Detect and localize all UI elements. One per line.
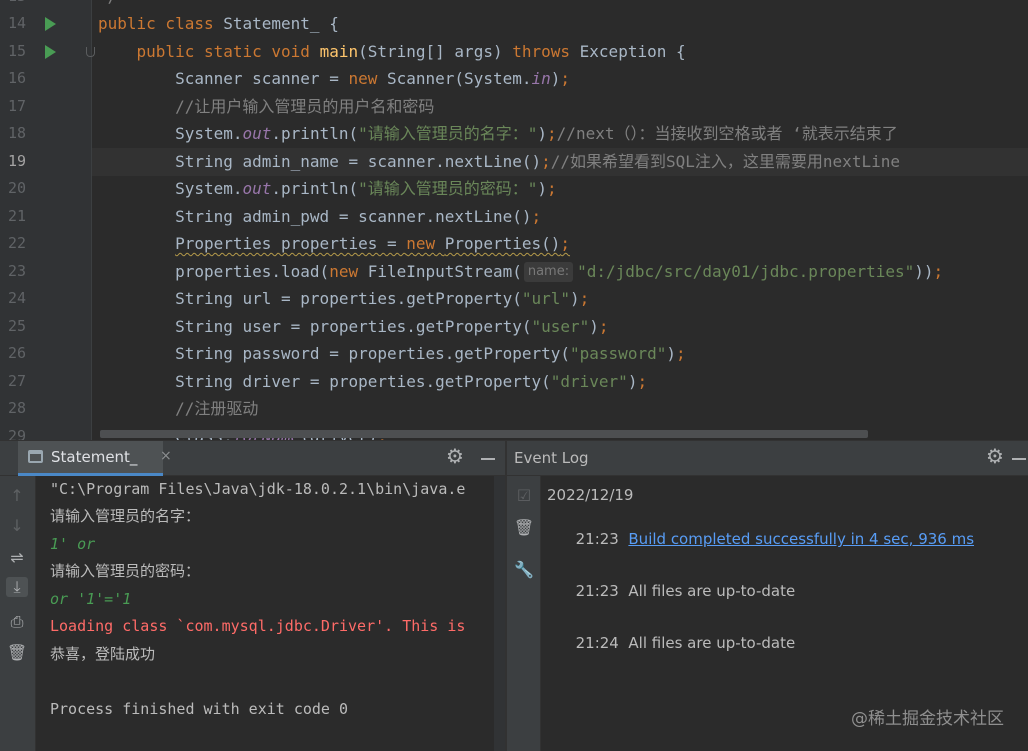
console-icon — [28, 450, 43, 463]
code-line-19: 19 String admin_name = scanner.nextLine(… — [0, 148, 1028, 176]
tool-windows: Statement_ × ⚙ ↑ ↓ ⇌ ⤓ ⎙ 🗑 "C:\Program F… — [0, 440, 1028, 751]
code-line-15: 15 public static void main(String[] args… — [0, 38, 1028, 66]
event-log-toolbar: ☑ 🗑 🔧 — [507, 476, 541, 751]
line-number: 19 — [7, 152, 26, 170]
console-line: "C:\Program Files\Java\jdk-18.0.2.1\bin\… — [50, 480, 466, 498]
console-line: Process finished with exit code 0 — [50, 700, 349, 718]
code-text: properties.load(new FileInputStream(name… — [98, 262, 944, 282]
code-text: //注册驱动 — [175, 399, 259, 418]
gear-icon[interactable]: ⚙ — [986, 444, 1004, 468]
mark-read-icon[interactable]: ☑ — [513, 486, 535, 505]
line-number: 24 — [7, 289, 26, 307]
trash-icon[interactable]: 🗑 — [513, 518, 535, 537]
log-text: All files are up-to-date — [628, 634, 796, 652]
console-input-line: or '1'='1 — [50, 590, 132, 608]
code-line-26: 26 String password = properties.getPrope… — [0, 340, 1028, 368]
soft-wrap-icon[interactable]: ⇌ — [6, 548, 28, 567]
code-text: public static void main(String[] args) t… — [136, 42, 686, 61]
code-line-28: 28 //注册驱动 — [0, 395, 1028, 423]
code-line-23: 23 properties.load(new FileInputStream(n… — [0, 258, 1028, 286]
console-line: 请输入管理员的密码： — [50, 562, 201, 580]
log-entry: 21:23 Build completed successfully in 4 … — [547, 512, 974, 566]
code-line-20: 20 System.out.println("请输入管理员的密码："); — [0, 175, 1028, 203]
up-arrow-icon[interactable]: ↑ — [6, 486, 28, 505]
fold-icon[interactable] — [86, 47, 95, 57]
wrench-icon[interactable]: 🔧 — [513, 560, 535, 579]
line-number: 13 — [0, 0, 26, 11]
console-input-line: 1' or — [50, 535, 96, 553]
log-entry: 21:24 All files are up-to-date — [547, 616, 796, 670]
log-time: 21:23 — [575, 530, 619, 548]
line-number: 22 — [7, 234, 26, 252]
code-text: String driver = properties.getProperty("… — [98, 372, 648, 391]
line-number: 26 — [7, 344, 26, 362]
print-icon[interactable]: ⎙ — [6, 612, 28, 632]
parameter-hint: name: — [523, 262, 574, 282]
code-line-22: 22 Properties properties = new Propertie… — [0, 230, 1028, 258]
horizontal-scrollbar[interactable] — [100, 430, 868, 438]
line-number: 21 — [7, 207, 26, 225]
line-number: 29 — [7, 427, 26, 440]
code-text: String admin_name = scanner.nextLine();/… — [98, 152, 900, 171]
line-number: 14 — [7, 14, 26, 32]
build-result-link[interactable]: Build completed successfully in 4 sec, 9… — [628, 530, 974, 548]
run-main-icon[interactable] — [45, 45, 56, 59]
line-number: 16 — [7, 69, 26, 87]
run-tab-label: Statement_ — [51, 448, 138, 466]
code-line-18: 18 System.out.println("请输入管理员的名字：");//ne… — [0, 120, 1028, 148]
run-panel-header: Statement_ × ⚙ — [0, 441, 505, 476]
code-line-27: 27 String driver = properties.getPropert… — [0, 368, 1028, 396]
run-toolbar: ↑ ↓ ⇌ ⤓ ⎙ 🗑 — [0, 476, 36, 751]
code-line-14: 14 public class Statement_ { — [0, 10, 1028, 38]
code-line-21: 21 String admin_pwd = scanner.nextLine()… — [0, 203, 1028, 231]
code-line-25: 25 String user = properties.getProperty(… — [0, 313, 1028, 341]
console-line: 恭喜，登陆成功 — [50, 645, 156, 663]
console-error-line: Loading class `com.mysql.jdbc.Driver'. T… — [50, 617, 466, 635]
log-text: All files are up-to-date — [628, 582, 796, 600]
code-text: //让用户输入管理员的用户名和密码 — [175, 97, 435, 116]
code-line-13: 13 */ — [0, 0, 1028, 11]
log-time: 21:24 — [575, 634, 619, 652]
log-date: 2022/12/19 — [547, 486, 634, 504]
log-entry: 21:23 All files are up-to-date — [547, 564, 796, 618]
watermark: @稀土掘金技术社区 — [851, 709, 1004, 729]
close-icon[interactable]: × — [160, 448, 172, 464]
code-text: String admin_pwd = scanner.nextLine(); — [98, 207, 542, 226]
run-class-icon[interactable] — [45, 17, 56, 31]
log-time: 21:23 — [575, 582, 619, 600]
code-text: String url = properties.getProperty("url… — [98, 289, 590, 308]
console-output[interactable]: "C:\Program Files\Java\jdk-18.0.2.1\bin\… — [36, 476, 494, 751]
code-text: Properties properties = new Properties()… — [175, 234, 571, 253]
console-line: 请输入管理员的名字： — [50, 507, 201, 525]
line-number: 17 — [7, 97, 26, 115]
line-number: 27 — [7, 372, 26, 390]
minimize-icon[interactable] — [1012, 458, 1026, 460]
line-number: 25 — [7, 317, 26, 335]
code-line-24: 24 String url = properties.getProperty("… — [0, 285, 1028, 313]
line-number: 20 — [7, 179, 26, 197]
code-line-17: 17 //让用户输入管理员的用户名和密码 — [0, 93, 1028, 121]
code-text: public class Statement_ { — [98, 14, 339, 33]
code-text: String user = properties.getProperty("us… — [98, 317, 609, 336]
down-arrow-icon[interactable]: ↓ — [6, 516, 28, 535]
gear-icon[interactable]: ⚙ — [446, 444, 464, 468]
code-editor[interactable]: 13 */ 14 public class Statement_ { 15 pu… — [0, 0, 1028, 440]
line-number: 15 — [7, 42, 26, 60]
code-text: System.out.println("请输入管理员的密码："); — [98, 179, 557, 198]
run-tab-statement[interactable]: Statement_ × — [18, 441, 172, 476]
line-number: 23 — [7, 262, 26, 280]
code-text: System.out.println("请输入管理员的名字：");//next（… — [98, 124, 898, 143]
minimize-icon[interactable] — [481, 458, 495, 460]
scroll-to-end-icon[interactable]: ⤓ — [6, 577, 28, 597]
console-scrollbar[interactable] — [494, 476, 505, 751]
line-number: 28 — [7, 399, 26, 417]
code-text: */ — [98, 0, 117, 11]
code-line-16: 16 Scanner scanner = new Scanner(System.… — [0, 65, 1028, 93]
code-text: String password = properties.getProperty… — [98, 344, 686, 363]
line-number: 18 — [7, 124, 26, 142]
event-log-title: Event Log — [514, 449, 589, 467]
code-text: Scanner scanner = new Scanner(System.in)… — [98, 69, 571, 88]
event-log-header: Event Log ⚙ — [507, 441, 1028, 476]
trash-icon[interactable]: 🗑 — [6, 643, 28, 662]
